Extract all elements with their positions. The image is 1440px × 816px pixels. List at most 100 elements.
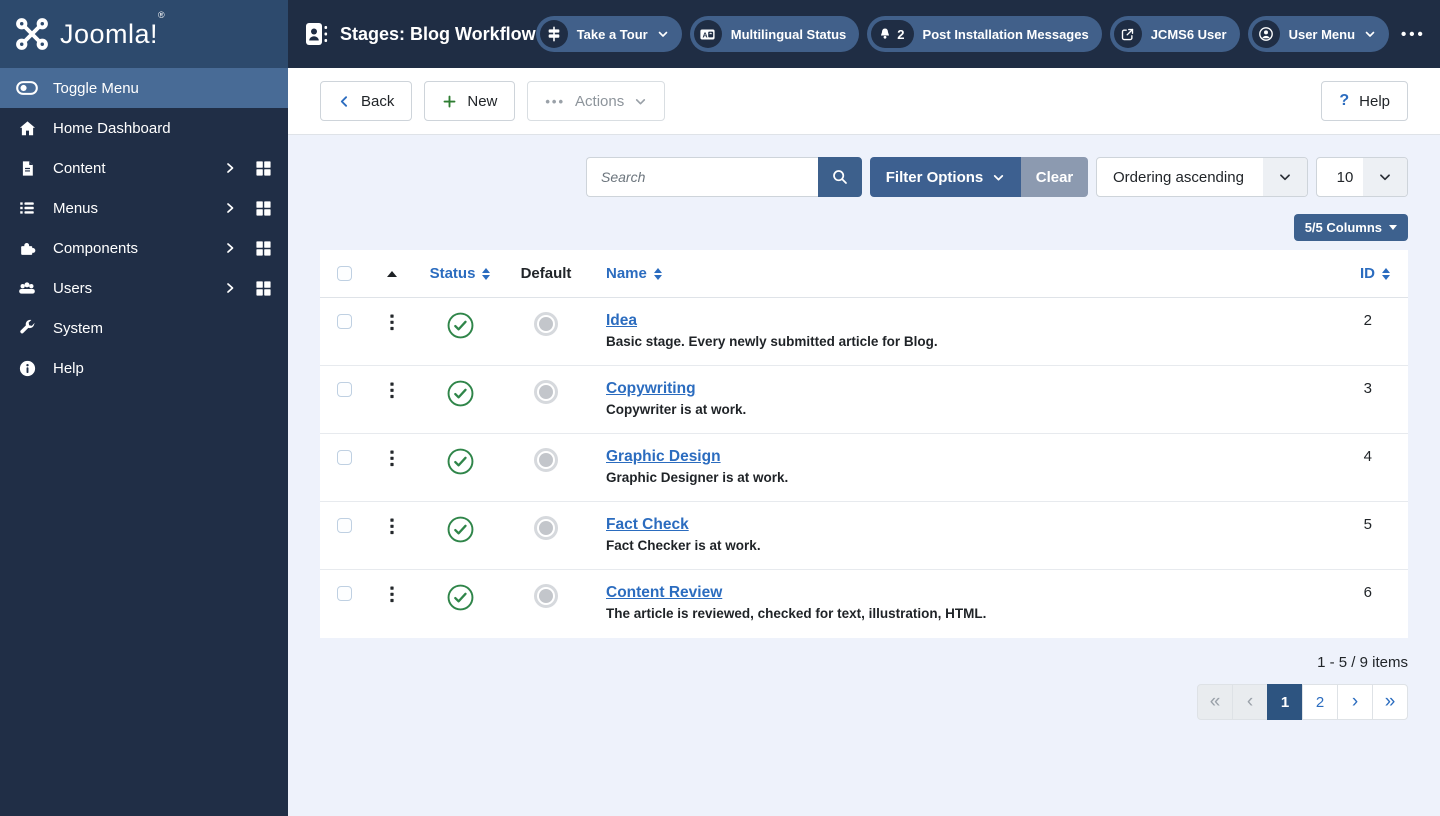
id-column-header[interactable]: ID: [1308, 265, 1408, 282]
post-installation-messages-button[interactable]: 2 Post Installation Messages: [867, 16, 1102, 52]
stage-description: Basic stage. Every newly submitted artic…: [606, 334, 938, 349]
sidebar-item-help[interactable]: Help: [0, 348, 288, 388]
ordering-sort-icon[interactable]: [387, 270, 397, 277]
default-radio[interactable]: [534, 584, 558, 608]
sidebar-item-home-dashboard[interactable]: Home Dashboard: [0, 108, 288, 148]
status-published-icon[interactable]: [447, 448, 474, 475]
search-group: [586, 157, 862, 197]
grid-dashboard-icon[interactable]: [255, 240, 272, 257]
grid-dashboard-icon[interactable]: [255, 280, 272, 297]
external-link-icon: [1113, 20, 1142, 48]
filter-bar: Filter Options Clear Ordering ascending …: [320, 157, 1408, 197]
search-icon: [833, 170, 847, 184]
grid-dashboard-icon[interactable]: [255, 200, 272, 217]
stage-description: Graphic Designer is at work.: [606, 470, 789, 485]
joomla-logo-icon: [15, 17, 49, 51]
default-radio[interactable]: [534, 516, 558, 540]
search-button[interactable]: [818, 157, 862, 197]
stage-id: 2: [1363, 312, 1372, 329]
table-row: Idea Basic stage. Every newly submitted …: [320, 298, 1408, 366]
drag-handle-icon[interactable]: [384, 516, 400, 542]
table-row: Fact Check Fact Checker is at work. 5: [320, 502, 1408, 570]
stage-description: The article is reviewed, checked for tex…: [606, 606, 987, 621]
row-checkbox[interactable]: [336, 314, 352, 329]
svg-text:A: A: [703, 31, 708, 39]
info-icon: [16, 359, 38, 378]
take-a-tour-button[interactable]: Take a Tour: [535, 16, 682, 52]
columns-toggle-button[interactable]: 5/5 Columns: [1293, 214, 1408, 241]
sidebar-item-content[interactable]: Content: [0, 148, 288, 188]
stage-name-link[interactable]: Fact Check: [606, 515, 689, 534]
stage-name-link[interactable]: Content Review: [606, 583, 722, 602]
drag-handle-icon[interactable]: [384, 380, 400, 406]
ordering-select[interactable]: Ordering ascending: [1096, 157, 1308, 197]
status-column-header[interactable]: Status: [416, 265, 504, 282]
default-radio[interactable]: [534, 380, 558, 404]
sort-icon: [1382, 267, 1390, 280]
user-menu-button[interactable]: User Menu: [1247, 16, 1390, 52]
stage-name-link[interactable]: Graphic Design: [606, 447, 721, 466]
row-checkbox[interactable]: [336, 382, 352, 397]
chevron-right-icon: [227, 203, 234, 213]
joomla-logo[interactable]: Joomla!®: [0, 0, 288, 68]
row-checkbox[interactable]: [336, 450, 352, 465]
status-published-icon[interactable]: [447, 584, 474, 611]
user-icon: [1251, 20, 1280, 48]
default-radio[interactable]: [534, 448, 558, 472]
language-icon: A: [693, 20, 722, 48]
multilingual-status-button[interactable]: A Multilingual Status: [689, 16, 860, 52]
actions-button[interactable]: ••• Actions: [527, 81, 666, 121]
sort-icon: [482, 267, 491, 280]
chevron-down-icon: [658, 31, 668, 37]
table-body: Idea Basic stage. Every newly submitted …: [320, 298, 1408, 638]
stage-description: Fact Checker is at work.: [606, 538, 761, 553]
sidebar-item-users[interactable]: Users: [0, 268, 288, 308]
joomla-wordmark: Joomla!®: [60, 9, 166, 49]
content-area: Filter Options Clear Ordering ascending …: [288, 135, 1440, 816]
select-all-checkbox[interactable]: [336, 266, 352, 281]
stage-id: 3: [1363, 380, 1372, 397]
page-title-wrap: Stages: Blog Workflow: [288, 0, 536, 68]
drag-handle-icon[interactable]: [384, 312, 400, 338]
question-mark-icon: ?: [1339, 92, 1350, 109]
pagination-last-button[interactable]: »: [1372, 684, 1408, 720]
toggle-icon: [16, 80, 38, 96]
stage-name-link[interactable]: Idea: [606, 311, 637, 330]
back-button[interactable]: Back: [320, 81, 413, 121]
pagination-page-2[interactable]: 2: [1302, 684, 1338, 720]
stage-id: 4: [1363, 448, 1372, 465]
status-published-icon[interactable]: [447, 380, 474, 407]
sidebar-item-components[interactable]: Components: [0, 228, 288, 268]
toggle-menu-button[interactable]: Toggle Menu: [0, 68, 288, 108]
pagination-next-button[interactable]: ›: [1337, 684, 1373, 720]
chevron-left-icon: [340, 95, 348, 107]
pagination-page-1[interactable]: 1: [1267, 684, 1303, 720]
row-checkbox[interactable]: [336, 518, 352, 533]
wrench-icon: [16, 319, 38, 337]
name-column-header[interactable]: Name: [588, 265, 1308, 282]
drag-handle-icon[interactable]: [384, 584, 400, 610]
site-preview-button[interactable]: JCMS6 User: [1109, 16, 1240, 52]
search-input[interactable]: [586, 157, 818, 197]
grid-dashboard-icon[interactable]: [255, 160, 272, 177]
filter-options-button[interactable]: Filter Options: [870, 157, 1021, 197]
document-icon: [16, 159, 38, 178]
chevron-down-icon: [636, 98, 646, 104]
new-button[interactable]: New: [424, 81, 516, 121]
help-button[interactable]: ? Help: [1321, 81, 1408, 121]
default-radio[interactable]: [534, 312, 558, 336]
stage-name-link[interactable]: Copywriting: [606, 379, 696, 398]
sidebar: Toggle Menu Home Dashboard Content Menus: [0, 68, 288, 816]
stage-description: Copywriter is at work.: [606, 402, 747, 417]
chevron-right-icon: [227, 283, 234, 293]
header-actions: Take a Tour A Multilingual Status 2 Post…: [535, 0, 1440, 68]
sidebar-item-menus[interactable]: Menus: [0, 188, 288, 228]
row-checkbox[interactable]: [336, 586, 352, 601]
overflow-menu-icon[interactable]: •••: [1397, 26, 1434, 43]
sidebar-item-system[interactable]: System: [0, 308, 288, 348]
items-per-page-select[interactable]: 10: [1316, 157, 1408, 197]
status-published-icon[interactable]: [447, 312, 474, 339]
status-published-icon[interactable]: [447, 516, 474, 543]
clear-button[interactable]: Clear: [1021, 157, 1088, 197]
drag-handle-icon[interactable]: [384, 448, 400, 474]
